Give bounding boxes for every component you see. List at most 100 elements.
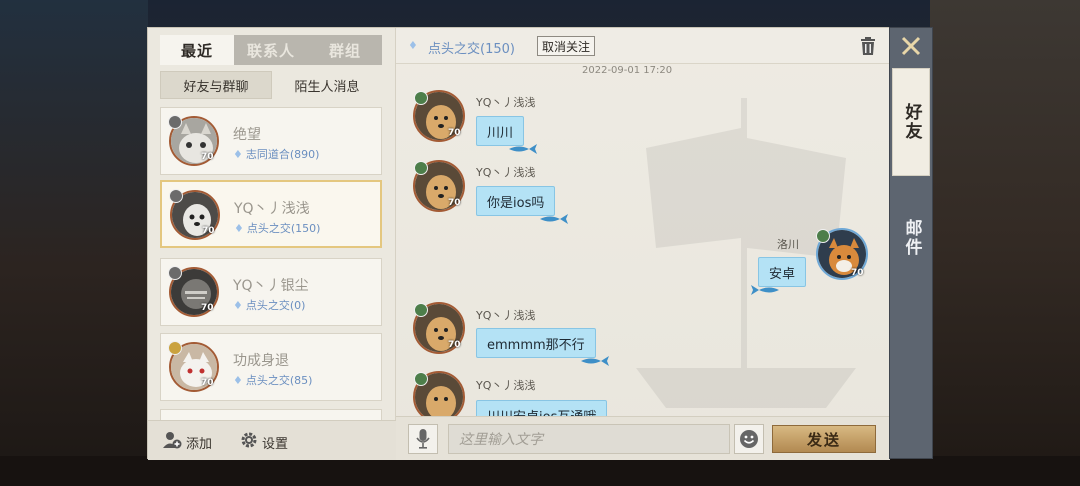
fish-decoration-icon [540, 214, 569, 224]
contact-name: 功成身退 [233, 353, 289, 369]
relation-label: 点头之交 [245, 374, 290, 387]
conversation-list-panel: 最近 联系人 群组 好友与群聊 陌生人消息 70 绝望 ♦ 志同道合(890) 7… [148, 28, 396, 460]
trash-icon[interactable] [859, 36, 877, 56]
sender-name: YQ丶丿浅浅 [476, 309, 536, 322]
background-floor [0, 456, 1080, 486]
diamond-icon: ♦ [233, 148, 243, 161]
contact-item[interactable]: 70 YQ丶丿银尘 ♦ 点头之交(0) [160, 258, 382, 326]
subtab-friends-groups[interactable]: 好友与群聊 [160, 71, 272, 99]
sender-name: YQ丶丿浅浅 [476, 166, 536, 179]
contact-item[interactable]: 70 功成身退 ♦ 点头之交(85) [160, 333, 382, 401]
tab-contacts[interactable]: 联系人 [234, 35, 308, 65]
intimacy-value: (0) [289, 299, 306, 312]
rank-badge-icon [414, 303, 428, 317]
smiley-icon [740, 430, 758, 448]
message-bubble[interactable]: 安卓 [751, 257, 807, 295]
message-text: 你是ios吗 [487, 195, 545, 211]
close-button[interactable] [890, 28, 932, 64]
main-tabs: 最近 联系人 群组 [160, 35, 382, 65]
fish-decoration-icon [751, 285, 779, 295]
message-text: 安卓 [769, 266, 796, 282]
relation-label: 点头之交 [245, 299, 290, 312]
sender-name: YQ丶丿浅浅 [476, 96, 536, 109]
fish-decoration-icon [509, 144, 538, 154]
level-label: 70 [201, 378, 214, 388]
add-user-icon [162, 431, 182, 453]
contact-item[interactable]: 70 绝望 ♦ 志同道合(890) [160, 107, 382, 175]
message-bubble[interactable]: 你是ios吗 [476, 186, 569, 224]
send-button[interactable]: 发送 [772, 425, 876, 453]
intimacy-value: (85) [289, 374, 313, 387]
chat-header: ♦ 点头之交(150) 取消关注 [396, 28, 890, 64]
microphone-icon [416, 429, 430, 449]
contact-name: YQ丶丿浅浅 [234, 201, 310, 217]
level-label: 70 [202, 226, 215, 236]
relation-label: 点头之交 [246, 222, 291, 235]
gear-icon [240, 431, 258, 453]
intimacy-value: (890) [289, 148, 320, 161]
diamond-icon: ♦ [234, 222, 244, 235]
chat-area: ♦ 点头之交(150) 取消关注 2022-09-01 17:20 70 YQ丶… [396, 28, 890, 460]
side-tab-friends[interactable]: 好友 [892, 68, 930, 176]
side-tab-bar: 好友 邮件 [889, 27, 933, 459]
unfollow-button[interactable]: 取消关注 [537, 36, 595, 56]
voice-input-button[interactable] [408, 424, 438, 454]
tab-groups[interactable]: 群组 [308, 35, 382, 65]
message-input[interactable] [448, 424, 730, 454]
level-label: 70 [201, 303, 214, 313]
contact-relation: ♦ 点头之交(85) [233, 372, 312, 388]
background-left [0, 0, 148, 486]
subtab-stranger-messages[interactable]: 陌生人消息 [272, 71, 382, 99]
level-label: 70 [851, 268, 864, 278]
level-label: 70 [448, 340, 461, 350]
diamond-icon: ♦ [408, 39, 418, 52]
side-tab-label: 邮件 [901, 219, 922, 257]
side-tab-label: 好友 [901, 103, 922, 141]
settings-label: 设置 [262, 436, 289, 452]
contact-relation: ♦ 志同道合(890) [233, 146, 319, 162]
diamond-icon: ♦ [233, 299, 243, 312]
rank-badge-icon [168, 266, 182, 280]
settings-button[interactable]: 设置 [240, 431, 288, 453]
rank-badge-icon [168, 341, 182, 355]
emoji-button[interactable] [734, 424, 764, 454]
side-tab-mail[interactable]: 邮件 [892, 198, 930, 278]
close-icon [901, 36, 921, 56]
diamond-icon: ♦ [233, 374, 243, 387]
add-friend-button[interactable]: 添加 [162, 431, 212, 453]
chat-input-bar: 发送 [396, 416, 890, 460]
contact-name: YQ丶丿银尘 [233, 278, 309, 294]
intimacy-value: (150) [480, 42, 515, 57]
contact-relation: ♦ 点头之交(150) [234, 220, 320, 236]
message-text: 川川 [487, 125, 514, 141]
intimacy-value: (150) [290, 222, 321, 235]
contact-name: 绝望 [233, 127, 261, 143]
level-label: 70 [448, 128, 461, 138]
rank-badge-icon [414, 372, 428, 386]
level-label: 70 [448, 198, 461, 208]
message-bubble[interactable]: 川川 [476, 116, 538, 154]
sender-name: 洛川 [777, 238, 799, 251]
contact-relation: ♦ 点头之交(0) [233, 297, 305, 313]
relation-label: 志同道合 [245, 148, 290, 161]
level-label: 70 [201, 152, 214, 162]
chat-relation: 点头之交(150) [428, 38, 515, 57]
rank-badge-icon [414, 161, 428, 175]
rank-badge-icon [169, 189, 183, 203]
relation-label: 点头之交 [428, 42, 481, 57]
message-bubble[interactable]: emmmm那不行 [476, 328, 609, 366]
background-right [930, 0, 1080, 486]
rank-badge-icon [816, 229, 830, 243]
add-label: 添加 [186, 436, 213, 452]
fish-decoration-icon [580, 356, 609, 366]
sender-name: YQ丶丿浅浅 [476, 379, 536, 392]
rank-badge-icon [168, 115, 182, 129]
contact-item-selected[interactable]: 70 YQ丶丿浅浅 ♦ 点头之交(150) [160, 180, 382, 248]
chat-window: 最近 联系人 群组 好友与群聊 陌生人消息 70 绝望 ♦ 志同道合(890) 7… [147, 27, 890, 460]
message-timestamp: 2022-09-01 17:20 [582, 65, 673, 76]
sub-tabs: 好友与群聊 陌生人消息 [160, 71, 382, 99]
message-text: emmmm那不行 [487, 337, 585, 353]
tab-recent[interactable]: 最近 [160, 35, 234, 65]
rank-badge-icon [414, 91, 428, 105]
left-footer: 添加 设置 [148, 420, 396, 460]
